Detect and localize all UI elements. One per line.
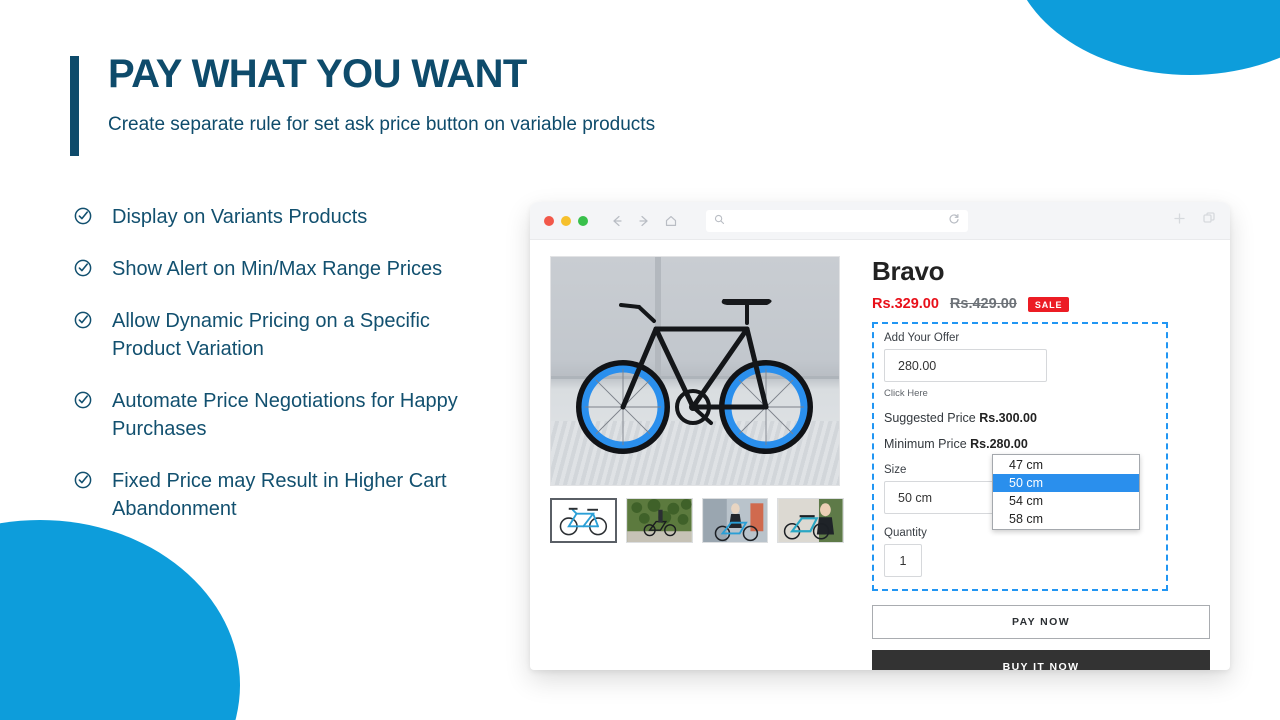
click-here-link[interactable]: Click Here — [884, 388, 1156, 399]
window-controls — [544, 215, 588, 226]
browser-toolbar — [530, 202, 1230, 240]
check-circle-icon — [74, 311, 92, 329]
minimum-price-value: Rs.280.00 — [970, 437, 1028, 451]
slide-canvas: PAY WHAT YOU WANT Create separate rule f… — [0, 0, 1280, 720]
suggested-price-label: Suggested Price — [884, 411, 976, 425]
forward-arrow-icon[interactable] — [637, 214, 651, 228]
size-dropdown-options[interactable]: 47 cm 50 cm 54 cm 58 cm — [992, 454, 1140, 530]
dropdown-option-0[interactable]: 47 cm — [993, 456, 1139, 474]
list-item: Show Alert on Min/Max Range Prices — [74, 255, 550, 283]
dropdown-option-3[interactable]: 58 cm — [993, 510, 1139, 528]
list-item: Automate Price Negotiations for Happy Pu… — [74, 387, 550, 443]
price-row: Rs.329.00 Rs.429.00 SALE — [872, 296, 1210, 312]
check-circle-icon — [74, 471, 92, 489]
reload-icon[interactable] — [948, 212, 960, 230]
sale-price: Rs.329.00 — [872, 296, 939, 312]
check-circle-icon — [74, 391, 92, 409]
decorative-blob-top-right — [1010, 0, 1280, 75]
product-title: Bravo — [872, 256, 945, 286]
title-block: PAY WHAT YOU WANT Create separate rule f… — [70, 52, 656, 156]
search-icon — [714, 212, 725, 230]
left-content-column: PAY WHAT YOU WANT Create separate rule f… — [70, 52, 656, 523]
suggested-price-line: Suggested Price Rs.300.00 — [884, 411, 1156, 425]
thumbnail-strip — [550, 498, 845, 543]
product-hero-image[interactable] — [550, 256, 840, 486]
suggested-price-value: Rs.300.00 — [979, 411, 1037, 425]
thumbnail-1[interactable] — [625, 498, 693, 543]
status-badge: SALE — [1027, 296, 1070, 312]
minimum-price-label: Minimum Price — [884, 437, 967, 451]
thumbnail-0[interactable] — [550, 498, 617, 543]
browser-toolbar-right — [1173, 211, 1216, 230]
feature-label: Allow Dynamic Pricing on a Specific Prod… — [112, 310, 430, 361]
dropdown-option-1[interactable]: 50 cm — [993, 474, 1139, 492]
buy-it-now-button[interactable]: BUY IT NOW — [872, 650, 1210, 670]
product-gallery — [550, 256, 845, 670]
offer-input[interactable]: 280.00 — [884, 349, 1047, 382]
product-details: Bravo Rs.329.00 Rs.429.00 SALE Add Your … — [844, 256, 1210, 670]
list-item: Allow Dynamic Pricing on a Specific Prod… — [74, 307, 550, 363]
dropdown-option-2[interactable]: 54 cm — [993, 492, 1139, 510]
compare-at-price: Rs.429.00 — [949, 296, 1017, 312]
back-arrow-icon[interactable] — [610, 214, 624, 228]
feature-label: Show Alert on Min/Max Range Prices — [112, 258, 443, 281]
bicycle-illustration — [576, 299, 813, 454]
feature-label: Display on Variants Products — [112, 206, 368, 229]
check-circle-icon — [74, 207, 92, 225]
page-subtitle: Create separate rule for set ask price b… — [108, 113, 656, 135]
decorative-blob-bottom-left — [0, 520, 240, 720]
close-window-dot[interactable] — [544, 215, 554, 226]
home-icon[interactable] — [664, 214, 678, 228]
list-item: Fixed Price may Result in Higher Cart Ab… — [74, 467, 550, 523]
pay-now-button[interactable]: PAY NOW — [872, 605, 1210, 639]
feature-label: Automate Price Negotiations for Happy Pu… — [112, 390, 458, 441]
list-item: Display on Variants Products — [74, 203, 550, 231]
browser-window-mockup: Bravo Rs.329.00 Rs.429.00 SALE Add Your … — [530, 202, 1230, 670]
page-title: PAY WHAT YOU WANT — [108, 52, 527, 96]
product-page-body: Bravo Rs.329.00 Rs.429.00 SALE Add Your … — [530, 240, 1230, 670]
minimize-window-dot[interactable] — [561, 215, 571, 226]
thumbnail-3[interactable] — [777, 498, 845, 543]
minimum-price-line: Minimum Price Rs.280.00 — [884, 437, 1156, 451]
feature-label: Fixed Price may Result in Higher Cart Ab… — [112, 470, 447, 521]
quantity-stepper[interactable]: 1 — [884, 544, 922, 577]
maximize-window-dot[interactable] — [578, 215, 588, 226]
tabs-icon[interactable] — [1202, 211, 1216, 230]
offer-label: Add Your Offer — [884, 332, 960, 344]
address-bar[interactable] — [706, 209, 968, 232]
feature-list: Display on Variants Products Show Alert … — [70, 203, 550, 523]
thumbnail-2[interactable] — [701, 498, 769, 543]
check-circle-icon — [74, 259, 92, 277]
plus-icon[interactable] — [1173, 212, 1186, 230]
browser-nav-icons — [610, 214, 678, 228]
title-accent-bar — [70, 56, 79, 156]
